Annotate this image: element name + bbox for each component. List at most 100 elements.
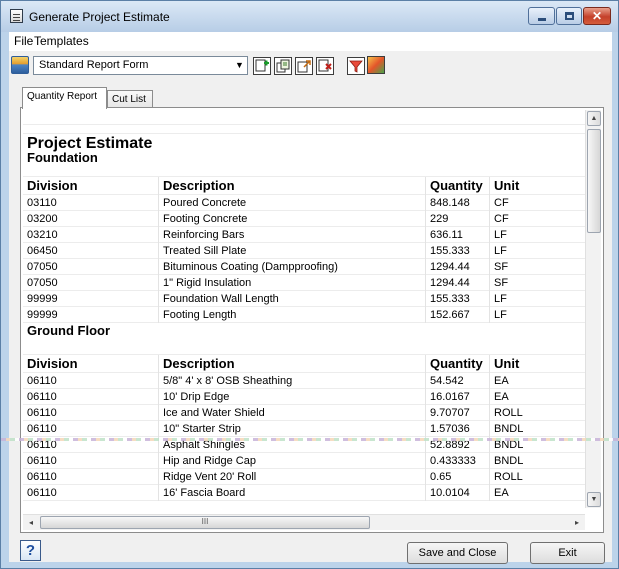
cell-description: 10' Drip Edge	[159, 389, 426, 405]
header-unit: Unit	[494, 356, 520, 371]
client-area: File Templates Standard Report Form ▼ Qu…	[9, 32, 612, 564]
cell-description: 1" Rigid Insulation	[159, 275, 426, 291]
column-header-row: Division Description Quantity Unit	[23, 355, 585, 373]
header-description: Description	[159, 355, 426, 373]
cell-quantity: 0.65	[426, 469, 490, 485]
cell-unit: BNDL	[494, 423, 524, 435]
table-row[interactable]: 06110 Hip and Ridge Cap 0.433333 BNDL	[23, 453, 585, 469]
cell-quantity: 155.333	[426, 243, 490, 259]
cell-quantity: 10.0104	[426, 485, 490, 501]
cell-division: 07050	[23, 275, 159, 291]
cell-division: 06110	[23, 485, 159, 501]
close-icon: ✕	[591, 9, 603, 23]
cell-description: Footing Length	[159, 307, 426, 323]
cell-quantity: 16.0167	[426, 389, 490, 405]
delete-icon[interactable]	[316, 57, 334, 75]
cell-unit: LF	[494, 229, 507, 241]
export-icon[interactable]	[295, 57, 313, 75]
save-and-close-button[interactable]: Save and Close	[407, 542, 508, 564]
help-button[interactable]: ?	[20, 540, 41, 561]
cell-quantity: 155.333	[426, 291, 490, 307]
table-row[interactable]: 06110 Ridge Vent 20' Roll 0.65 ROLL	[23, 469, 585, 485]
cell-quantity: 1294.44	[426, 259, 490, 275]
header-description: Description	[159, 177, 426, 195]
scroll-right-button[interactable]: ▸	[570, 516, 584, 530]
cell-division: 06110	[23, 469, 159, 485]
cell-unit: EA	[494, 391, 509, 403]
header-division: Division	[23, 177, 159, 195]
cell-division: 03200	[23, 211, 159, 227]
cell-description: 5/8" 4' x 8' OSB Sheathing	[159, 373, 426, 389]
chevron-down-icon: ▼	[235, 60, 244, 70]
tab-cut-list[interactable]: Cut List	[107, 90, 153, 108]
maximize-button[interactable]	[556, 7, 582, 25]
scroll-left-button[interactable]: ◂	[24, 516, 38, 530]
section-title: Foundation	[27, 150, 98, 165]
color-icon[interactable]	[367, 56, 385, 74]
scroll-down-button[interactable]: ▼	[587, 492, 601, 507]
cell-quantity: 229	[426, 211, 490, 227]
cell-quantity: 1.57036	[426, 421, 490, 437]
cell-unit: SF	[494, 277, 509, 289]
table-row[interactable]: 07050 Bituminous Coating (Dampproofing) 12…	[23, 259, 585, 275]
cell-unit: CF	[494, 197, 509, 209]
cell-description: Hip and Ridge Cap	[159, 453, 426, 469]
cell-description: Bituminous Coating (Dampproofing)	[159, 259, 426, 275]
column-header-row: Division Description Quantity Unit	[23, 177, 585, 195]
table-row[interactable]: 03210 Reinforcing Bars 636.11 LF	[23, 227, 585, 243]
table-row	[23, 165, 585, 177]
minimize-icon	[538, 18, 546, 21]
scroll-up-button[interactable]: ▲	[587, 111, 601, 126]
table-row[interactable]: 03110 Poured Concrete 848.148 CF	[23, 195, 585, 211]
report-form-select[interactable]: Standard Report Form ▼	[33, 56, 248, 75]
maximize-icon	[565, 12, 574, 20]
vertical-scrollbar[interactable]: ▲ ▼	[585, 110, 601, 508]
cell-unit: ROLL	[494, 407, 523, 419]
table-row[interactable]: 06110 16' Fascia Board 10.0104 EA	[23, 485, 585, 501]
toolbar: Standard Report Form ▼	[9, 51, 612, 81]
cell-quantity: 9.70707	[426, 405, 490, 421]
cell-unit: CF	[494, 213, 509, 225]
cell-division: 06110	[23, 405, 159, 421]
cell-unit: BNDL	[494, 455, 524, 467]
close-button[interactable]: ✕	[583, 7, 611, 25]
table-row[interactable]: 06110 10" Starter Strip 1.57036 BNDL	[23, 421, 585, 437]
exit-button[interactable]: Exit	[530, 542, 605, 564]
header-division: Division	[23, 355, 159, 373]
table-row	[23, 125, 585, 134]
table-row[interactable]: 99999 Foundation Wall Length 155.333 LF	[23, 291, 585, 307]
vertical-scroll-thumb[interactable]	[587, 129, 601, 233]
filter-icon[interactable]	[347, 57, 365, 75]
table-row[interactable]: 03200 Footing Concrete 229 CF	[23, 211, 585, 227]
copy-icon[interactable]	[274, 57, 292, 75]
cell-description: Treated Sill Plate	[159, 243, 426, 259]
table-row[interactable]: 06450 Treated Sill Plate 155.333 LF	[23, 243, 585, 259]
horizontal-scroll-thumb[interactable]: III	[40, 516, 370, 529]
header-unit: Unit	[494, 178, 520, 193]
section-title: Ground Floor	[27, 323, 111, 338]
table-row[interactable]: 99999 Footing Length 152.667 LF	[23, 307, 585, 323]
horizontal-scrollbar[interactable]: ◂ III ▸	[23, 514, 585, 530]
cell-division: 07050	[23, 259, 159, 275]
header-quantity: Quantity	[426, 177, 490, 195]
cell-division: 06110	[23, 373, 159, 389]
menu-templates[interactable]: Templates	[31, 34, 92, 48]
table-row[interactable]: 06110 5/8" 4' x 8' OSB Sheathing 54.542 EA	[23, 373, 585, 389]
cell-division: 03110	[23, 195, 159, 211]
cell-division: 06450	[23, 243, 159, 259]
menu-bar: File Templates	[9, 32, 612, 51]
add-icon[interactable]	[253, 57, 271, 75]
table-row	[23, 339, 585, 355]
window-title: Generate Project Estimate	[29, 10, 170, 24]
tab-quantity-report[interactable]: Quantity Report	[22, 87, 107, 109]
cell-quantity: 636.11	[426, 227, 490, 243]
cell-description: Foundation Wall Length	[159, 291, 426, 307]
minimize-button[interactable]	[528, 7, 555, 25]
cell-division: 03210	[23, 227, 159, 243]
app-icon	[10, 9, 23, 23]
title-bar[interactable]: Generate Project Estimate ✕	[1, 1, 618, 32]
report-icon[interactable]	[11, 56, 29, 74]
table-row[interactable]: 06110 Ice and Water Shield 9.70707 ROLL	[23, 405, 585, 421]
table-row[interactable]: 06110 10' Drip Edge 16.0167 EA	[23, 389, 585, 405]
table-row[interactable]: 07050 1" Rigid Insulation 1294.44 SF	[23, 275, 585, 291]
